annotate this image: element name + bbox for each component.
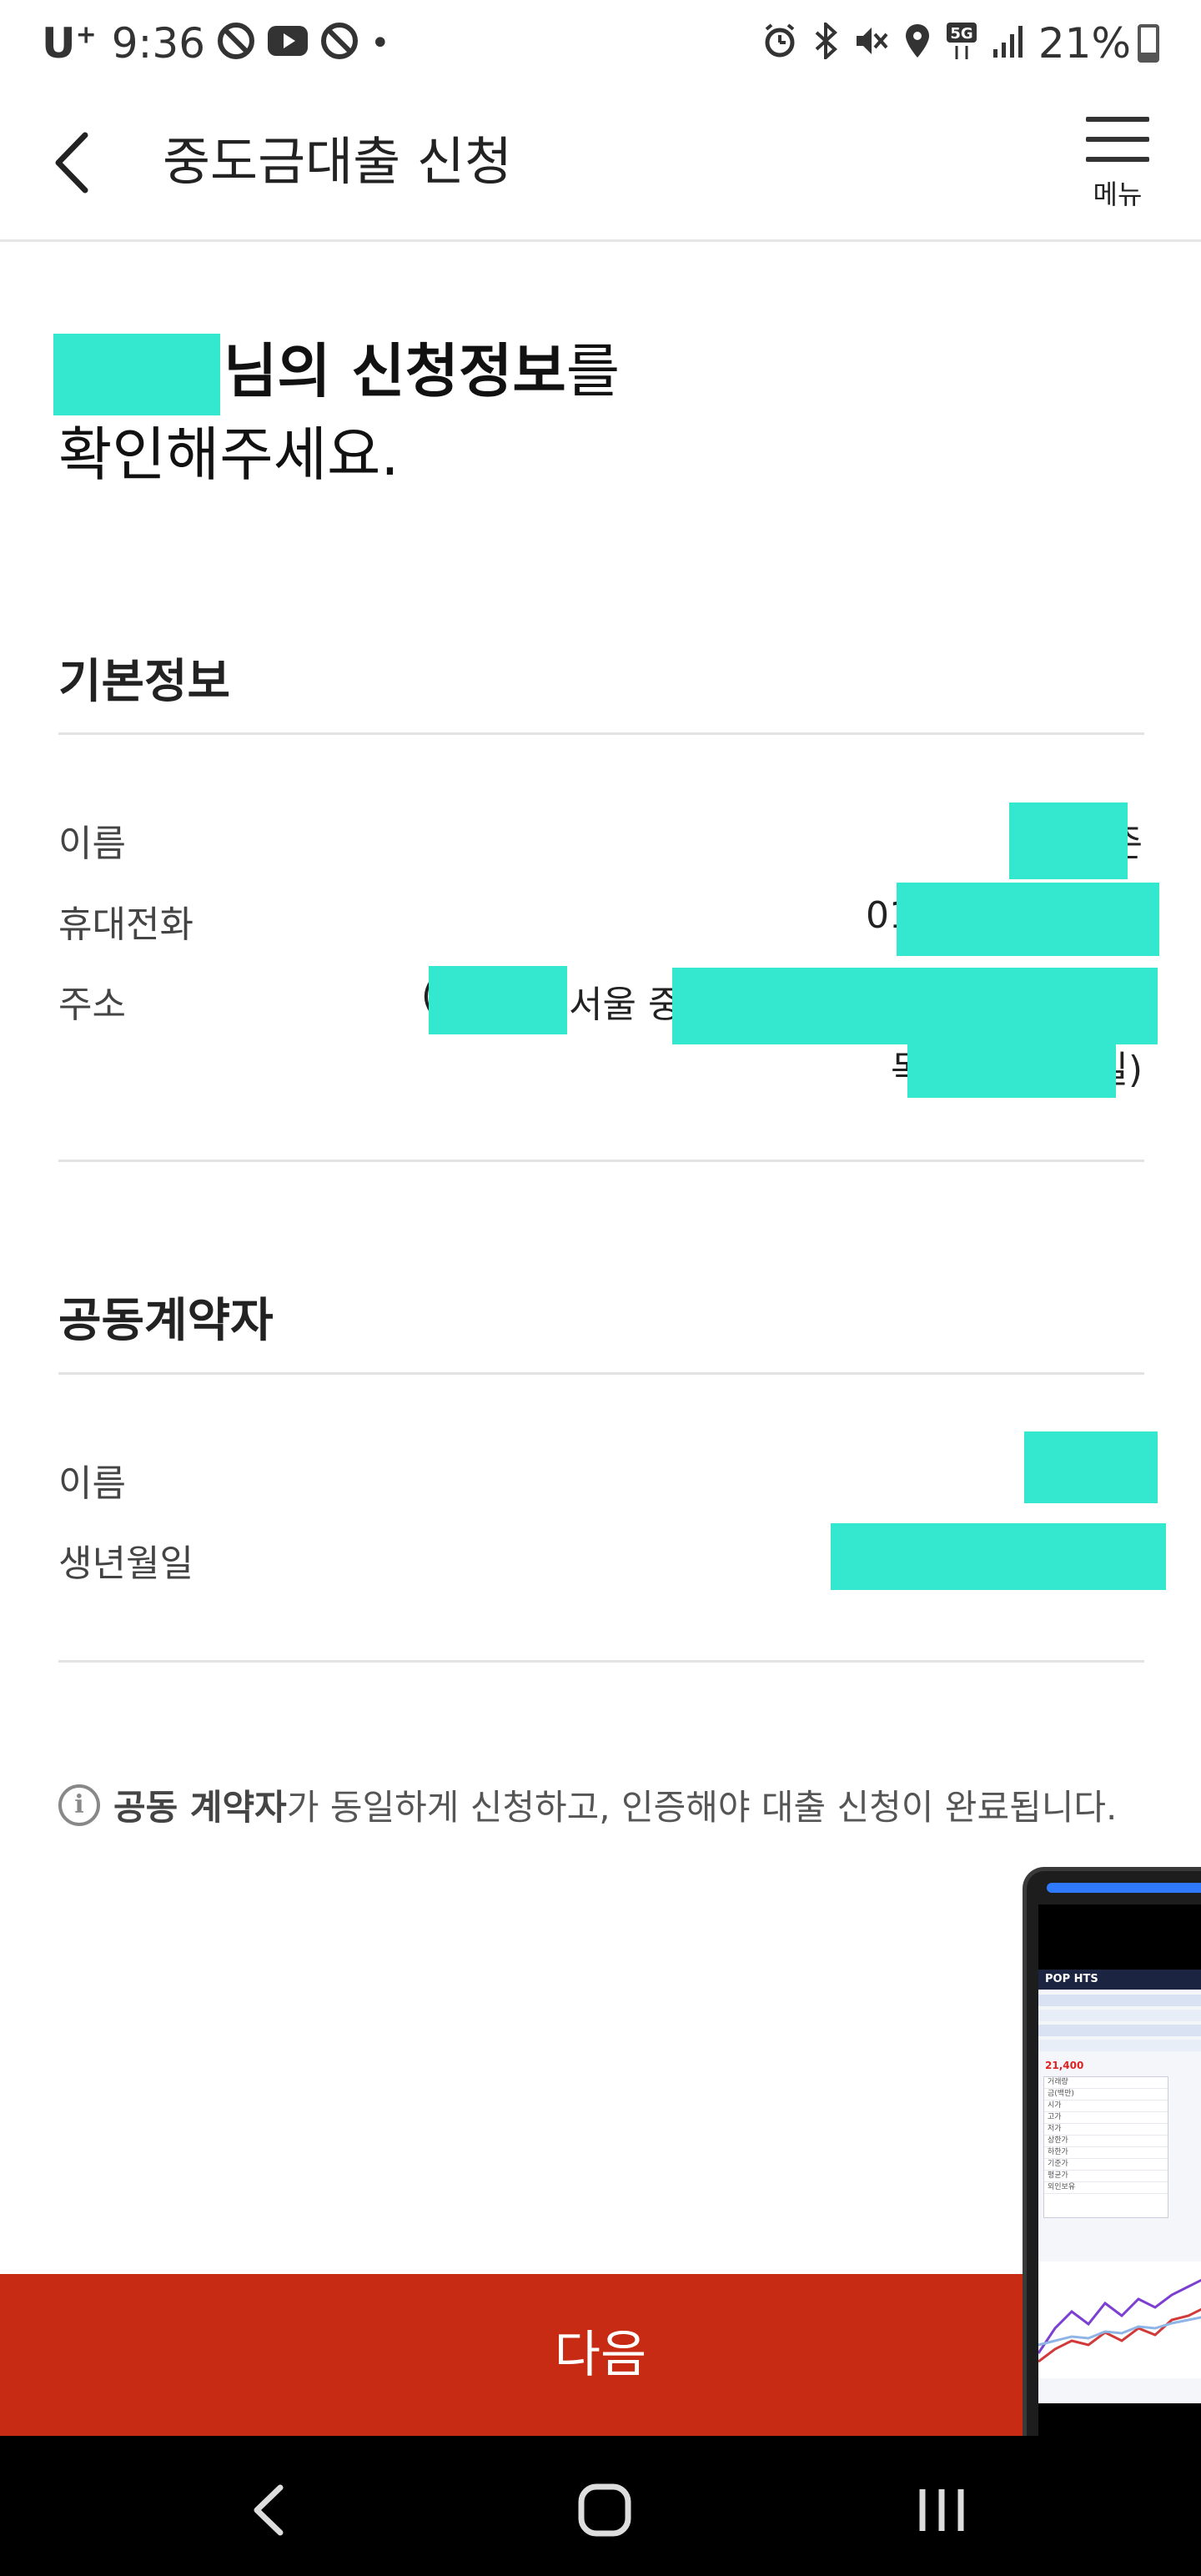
- 5g-icon: 5G: [945, 21, 978, 67]
- section-divider: [58, 1660, 1144, 1663]
- stock-chart: [1037, 2262, 1201, 2378]
- nav-recents-button[interactable]: [904, 2473, 979, 2548]
- home-icon: [578, 2483, 631, 2537]
- clock: 9:36: [111, 19, 206, 68]
- stock-app-title: POP HTS: [1038, 1970, 1201, 1990]
- notice-bold: 공동 계약자: [113, 1787, 287, 1828]
- page-title: 중도금대출 신청: [163, 131, 512, 192]
- phone-label: 휴대전화: [58, 903, 193, 946]
- chevron-left-icon: [254, 2484, 284, 2536]
- app-icon: [217, 22, 255, 66]
- floating-window-handle[interactable]: [1047, 1883, 1201, 1893]
- greeting-name-suffix: 님의 신청정보: [224, 337, 566, 405]
- alarm-icon: [761, 23, 798, 65]
- stock-row: 외인보유: [1044, 2182, 1168, 2194]
- stock-row: 고가: [1044, 2112, 1168, 2124]
- notification-dot: •: [370, 24, 390, 63]
- redacted-co-signer-name: [1024, 1431, 1158, 1503]
- carrier-label: U+: [42, 19, 97, 68]
- stock-row: 평균가: [1044, 2171, 1168, 2182]
- system-nav-bar: [0, 2436, 1201, 2576]
- mute-icon: [853, 23, 890, 65]
- co-signer-birth-label: 생년월일: [58, 1542, 193, 1585]
- co-signer-name-label: 이름: [58, 1462, 126, 1505]
- stock-row: 기준가: [1044, 2159, 1168, 2171]
- redacted-co-signer-birth: [831, 1523, 1166, 1590]
- greeting-line-2: 확인해주세요.: [58, 420, 399, 489]
- redacted-address-2: [907, 1029, 1116, 1098]
- signal-icon: [992, 23, 1025, 65]
- nav-home-button[interactable]: [567, 2473, 642, 2548]
- address-line-1: 서울 중: [569, 984, 682, 1026]
- menu-label: 메뉴: [1093, 179, 1143, 210]
- address-label: 주소: [58, 984, 126, 1026]
- greeting-line-1: 님의 신청정보를: [58, 330, 1143, 413]
- co-signer-notice: i 공동 계약자 가 동일하게 신청하고, 인증해야 대출 신청이 완료됩니다.: [58, 1779, 1117, 1830]
- battery-icon: [1138, 24, 1159, 63]
- redacted-postcode: [429, 966, 567, 1034]
- floating-app-screen[interactable]: POP HTS 21,400 거래량 금(백만) 시가 고가 저가 상한가 하한…: [1037, 1904, 1201, 2488]
- stock-row: 하한가: [1044, 2147, 1168, 2159]
- stock-price: 21,400: [1045, 2060, 1084, 2071]
- stock-row: 상한가: [1044, 2136, 1168, 2147]
- svg-text:5G: 5G: [950, 25, 972, 43]
- stock-row: 거래량: [1044, 2077, 1168, 2089]
- location-icon: [903, 23, 932, 65]
- status-bar: U+ 9:36 • 5G 21%: [0, 0, 1201, 88]
- stock-row: 저가: [1044, 2124, 1168, 2136]
- section-divider: [58, 732, 1144, 735]
- name-label: 이름: [58, 823, 126, 865]
- notice-text: 가 동일하게 신청하고, 인증해야 대출 신청이 완료됩니다.: [286, 1787, 1118, 1828]
- floating-app-window[interactable]: POP HTS 21,400 거래량 금(백만) 시가 고가 저가 상한가 하한…: [1023, 1867, 1201, 2526]
- section-divider: [58, 1160, 1144, 1162]
- nav-back-button[interactable]: [234, 2473, 309, 2548]
- menu-button[interactable]: 메뉴: [1076, 117, 1159, 217]
- hamburger-icon: [1076, 117, 1159, 162]
- redacted-phone: [897, 883, 1159, 956]
- redacted-name: [1009, 802, 1128, 879]
- battery-level: 21%: [1038, 19, 1131, 68]
- stock-app-preview: POP HTS 21,400 거래량 금(백만) 시가 고가 저가 상한가 하한…: [1037, 1970, 1201, 2403]
- app-header: 중도금대출 신청 메뉴: [0, 88, 1201, 242]
- greeting-particle: 를: [565, 337, 621, 405]
- redacted-user-name: [53, 334, 220, 415]
- stock-row: 금(백만): [1044, 2089, 1168, 2101]
- youtube-icon: [267, 24, 309, 63]
- bluetooth-icon: [812, 19, 840, 65]
- info-icon: i: [58, 1784, 100, 1826]
- stock-table: 거래량 금(백만) 시가 고가 저가 상한가 하한가 기준가 평균가 외인보유: [1043, 2076, 1168, 2218]
- back-button[interactable]: [42, 125, 108, 200]
- basic-info-title: 기본정보: [58, 655, 231, 709]
- co-signer-title: 공동계약자: [58, 1294, 274, 1348]
- status-right: 5G 21%: [761, 18, 1159, 68]
- chevron-left-icon: [55, 132, 88, 194]
- stock-row: 시가: [1044, 2101, 1168, 2112]
- app-icon: [320, 22, 359, 66]
- section-divider: [58, 1372, 1144, 1375]
- recents-icon: [919, 2489, 964, 2531]
- status-left: U+ 9:36 •: [42, 18, 390, 68]
- greeting-heading: 님의 신청정보를 확인해주세요.: [58, 330, 1143, 496]
- next-button[interactable]: 다음: [0, 2274, 1201, 2436]
